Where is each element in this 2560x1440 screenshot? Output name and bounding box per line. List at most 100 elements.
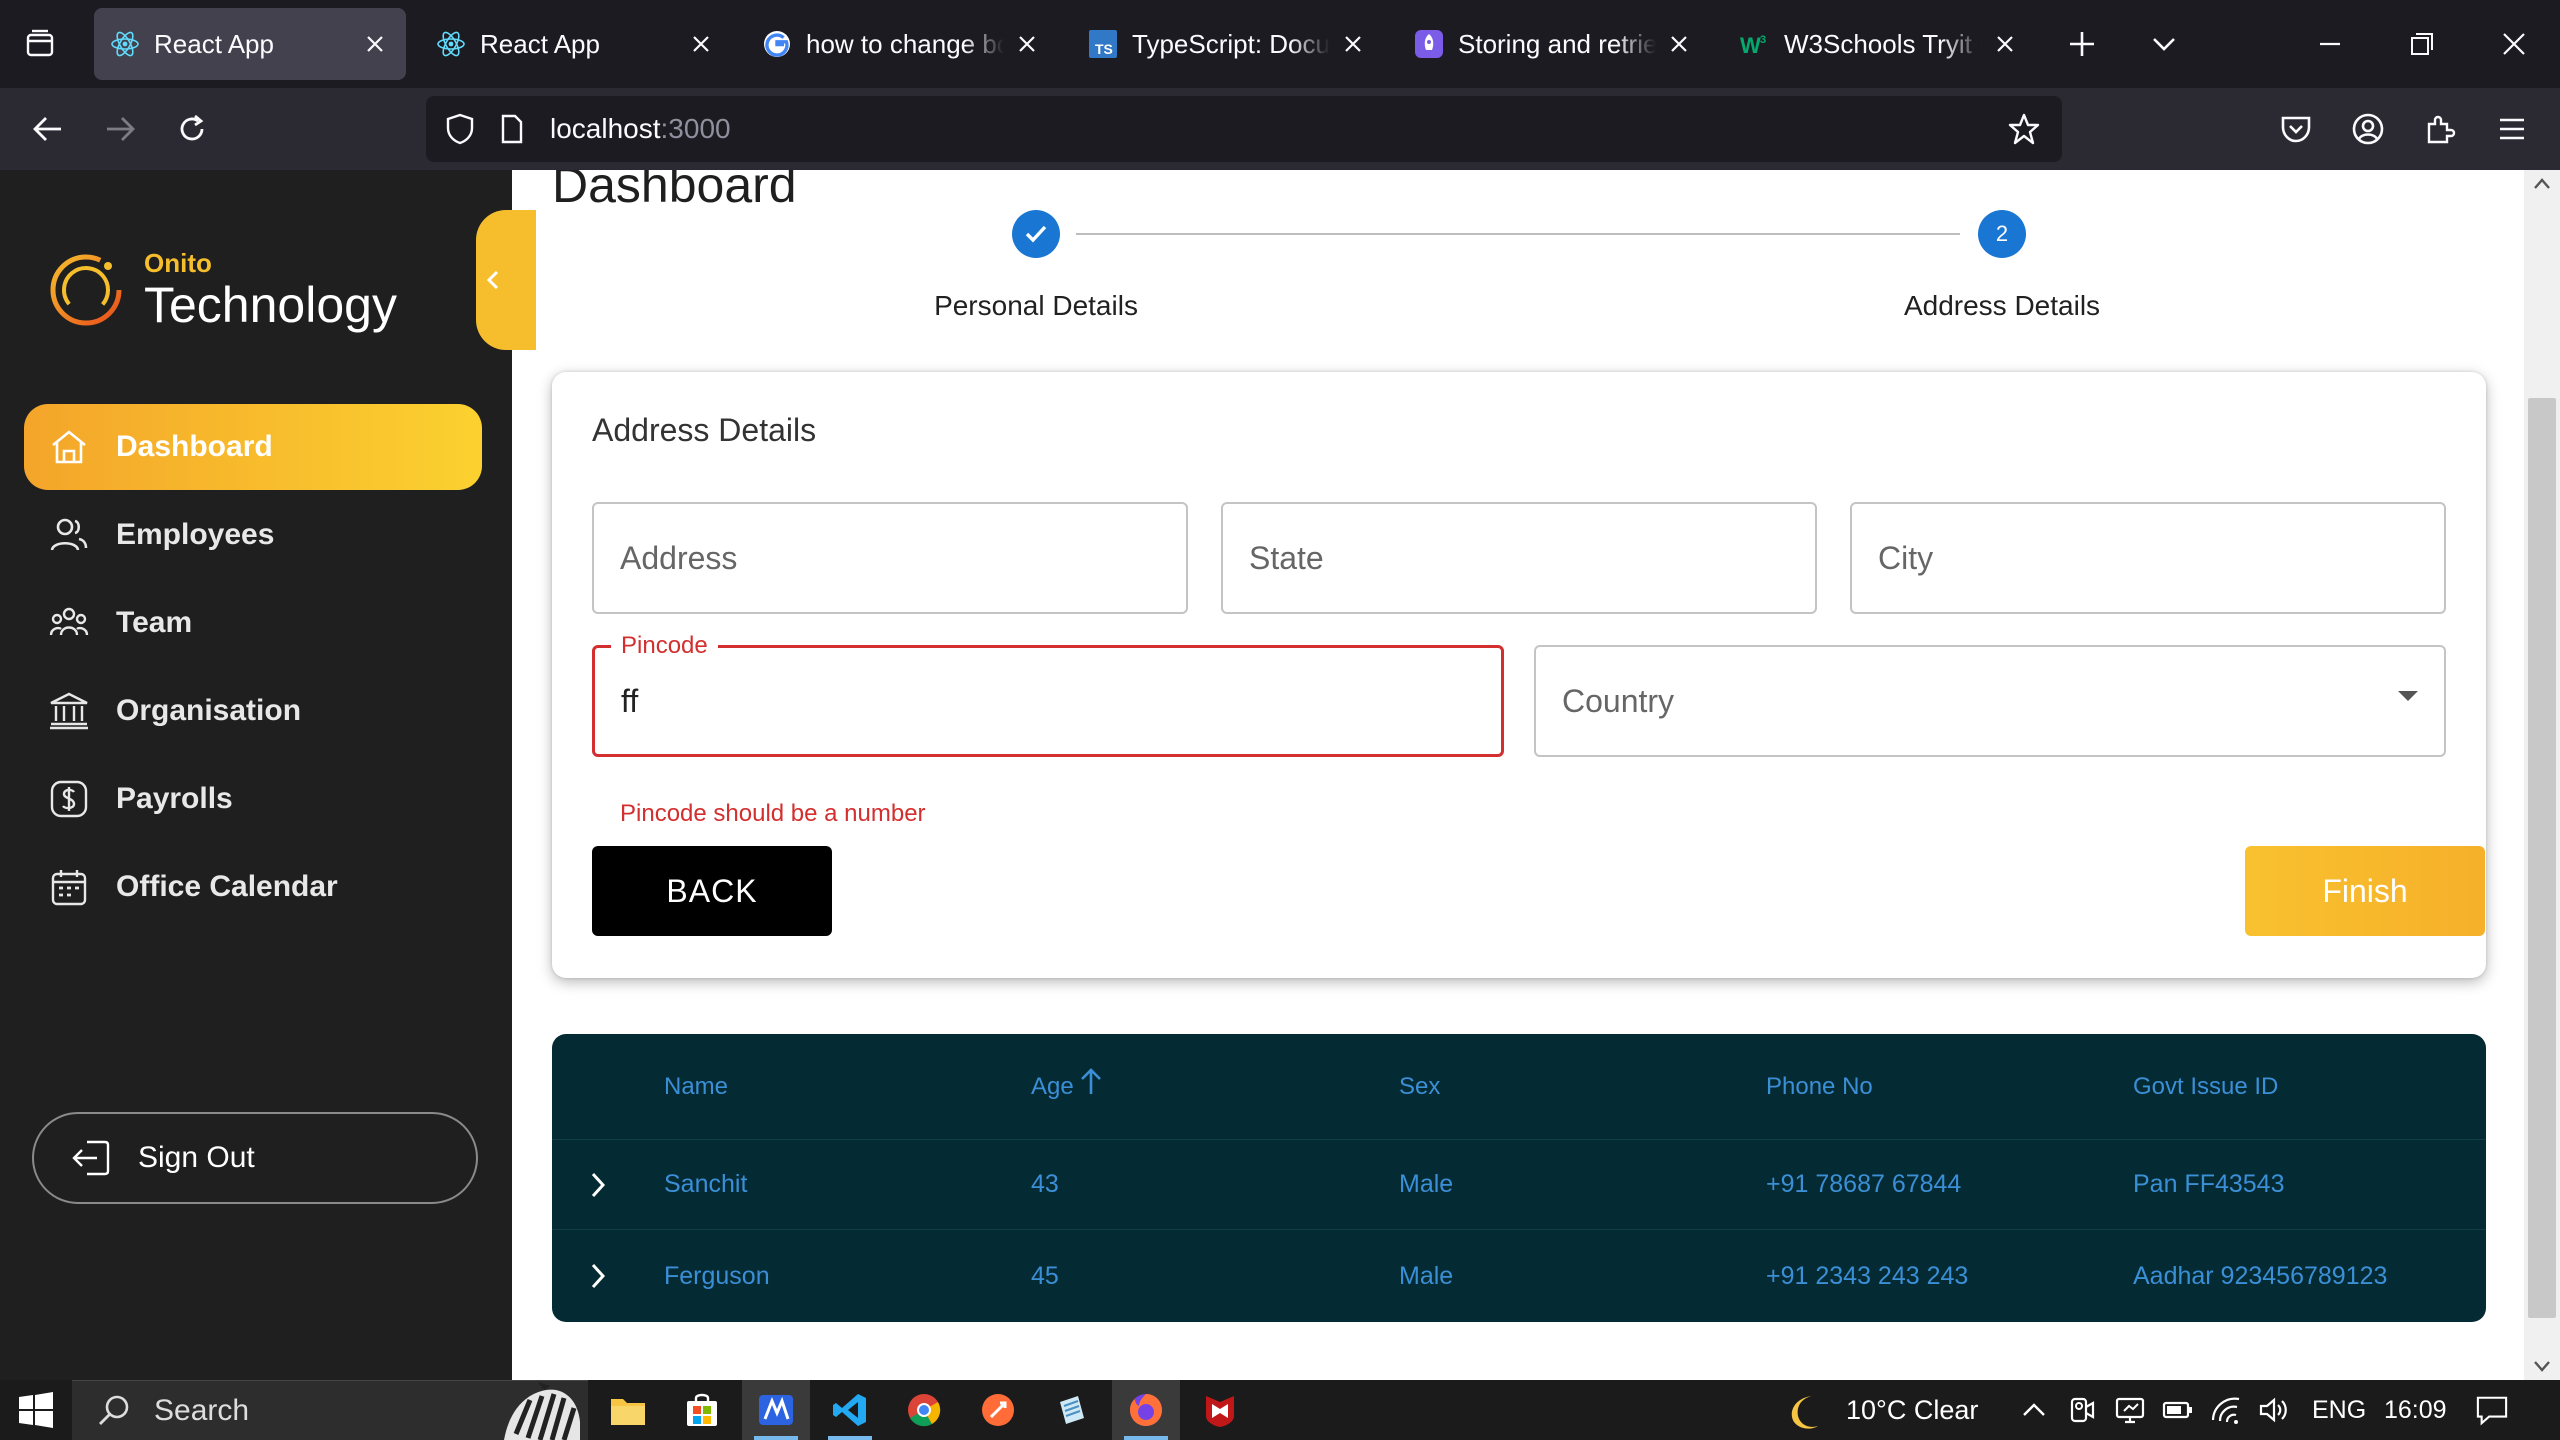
close-icon[interactable]: [360, 29, 390, 59]
close-icon[interactable]: [1990, 29, 2020, 59]
sidebar-item-payrolls[interactable]: Payrolls: [24, 756, 482, 842]
address-bar[interactable]: localhost:3000: [426, 96, 2062, 162]
display-icon[interactable]: [2114, 1394, 2146, 1426]
browser-tab-0[interactable]: React App: [94, 8, 406, 80]
new-tab-icon[interactable]: [2060, 22, 2104, 66]
address-field[interactable]: [592, 502, 1188, 614]
store-icon[interactable]: [668, 1380, 736, 1440]
extensions-icon[interactable]: [2418, 107, 2462, 151]
restore-icon[interactable]: [2400, 22, 2444, 66]
back-button[interactable]: BACK: [592, 846, 832, 936]
browser-tab-5[interactable]: W3 W3Schools Tryit Editor: [1724, 8, 2036, 80]
language-indicator[interactable]: ENG: [2312, 1380, 2366, 1440]
vscode-icon[interactable]: [816, 1380, 884, 1440]
menu-icon[interactable]: [2490, 107, 2534, 151]
state-input[interactable]: [1223, 504, 1815, 612]
minimize-icon[interactable]: [2308, 22, 2352, 66]
calendar-icon: [48, 866, 90, 908]
pincode-input[interactable]: [595, 648, 1501, 754]
pincode-field[interactable]: Pincode: [592, 632, 1504, 757]
chevron-down-icon[interactable]: [2142, 22, 2186, 66]
close-icon[interactable]: [686, 29, 716, 59]
tab-title: Storing and retrieving: [1458, 28, 1656, 59]
city-input[interactable]: [1852, 504, 2444, 612]
page-icon[interactable]: [496, 113, 528, 145]
browser-tab-strip: React App React App how to change border…: [0, 0, 2560, 88]
windows-start-icon[interactable]: [18, 1392, 54, 1428]
scroll-up-icon[interactable]: [2532, 174, 2552, 194]
address-form-card: Address Details Pincode Country Pincode …: [552, 372, 2486, 978]
battery-icon[interactable]: [2162, 1394, 2194, 1426]
finish-button[interactable]: Finish: [2245, 846, 2485, 936]
reload-icon[interactable]: [170, 107, 214, 151]
chevron-up-icon[interactable]: [2018, 1394, 2050, 1426]
chevron-right-icon[interactable]: [588, 1140, 608, 1229]
firefox-icon[interactable]: [1112, 1380, 1180, 1440]
postman-icon[interactable]: [964, 1380, 1032, 1440]
browser-tab-3[interactable]: TS TypeScript: Documentation: [1072, 8, 1384, 80]
tab-title: W3Schools Tryit Editor: [1784, 28, 1982, 59]
column-header-age[interactable]: Age: [1031, 1034, 1104, 1139]
sign-out-button[interactable]: Sign Out: [32, 1112, 478, 1204]
close-icon[interactable]: [1012, 29, 1042, 59]
column-header-sex[interactable]: Sex: [1399, 1034, 1440, 1139]
volume-icon[interactable]: [2258, 1394, 2290, 1426]
sidebar-item-office-calendar[interactable]: Office Calendar: [24, 844, 482, 930]
tab-list-icon[interactable]: [18, 22, 62, 66]
chevron-right-icon[interactable]: [588, 1231, 608, 1321]
camera-icon[interactable]: [2066, 1394, 2098, 1426]
employees-table: Name Age Sex Phone No Govt Issue ID Sanc…: [552, 1034, 2486, 1322]
chrome-icon[interactable]: [890, 1380, 958, 1440]
pocket-icon[interactable]: [2274, 107, 2318, 151]
mcafee-icon[interactable]: [1186, 1380, 1254, 1440]
state-field[interactable]: [1221, 502, 1817, 614]
wifi-icon[interactable]: [2210, 1394, 2242, 1426]
scroll-down-icon[interactable]: [2532, 1356, 2552, 1376]
forward-arrow-icon[interactable]: [98, 107, 142, 151]
cell-phone: +91 78687 67844: [1766, 1170, 1962, 1198]
back-arrow-icon[interactable]: [26, 107, 70, 151]
close-icon[interactable]: [1338, 29, 1368, 59]
weather-text[interactable]: 10°C Clear: [1846, 1380, 1978, 1440]
react-icon: [436, 29, 466, 59]
column-header-name[interactable]: Name: [664, 1034, 728, 1139]
react-icon: [110, 29, 140, 59]
sidebar-item-organisation[interactable]: Organisation: [24, 668, 482, 754]
bank-icon: [48, 690, 90, 732]
table-row[interactable]: Sanchit 43 Male +91 78687 67844 Pan FF43…: [552, 1140, 2486, 1230]
sidebar-item-label: Employees: [116, 518, 275, 551]
sidebar-item-dashboard[interactable]: Dashboard: [24, 404, 482, 490]
window-close-icon[interactable]: [2492, 22, 2536, 66]
cell-govt-id: Pan FF43543: [2133, 1170, 2285, 1198]
taskbar-search[interactable]: Search: [72, 1380, 588, 1440]
url-host: localhost: [550, 113, 661, 144]
page-scrollbar[interactable]: [2524, 170, 2560, 1380]
column-header-govt-id[interactable]: Govt Issue ID: [2133, 1034, 2278, 1139]
close-icon[interactable]: [1664, 29, 1694, 59]
table-row[interactable]: Ferguson 45 Male +91 2343 243 243 Aadhar…: [552, 1231, 2486, 1321]
country-select[interactable]: Country: [1534, 645, 2446, 757]
bookmark-star-icon[interactable]: [2006, 111, 2042, 147]
browser-tab-4[interactable]: Storing and retrieving: [1398, 8, 1710, 80]
notifications-icon[interactable]: [2476, 1394, 2508, 1426]
pincode-error-text: Pincode should be a number: [620, 800, 926, 827]
clock-time[interactable]: 16:09: [2384, 1380, 2447, 1440]
notepad-icon[interactable]: [1038, 1380, 1106, 1440]
cell-age: 43: [1031, 1170, 1059, 1198]
sidebar-item-team[interactable]: Team: [24, 580, 482, 666]
city-field[interactable]: [1850, 502, 2446, 614]
browser-tab-1[interactable]: React App: [420, 8, 732, 80]
svg-text:3: 3: [1760, 34, 1766, 46]
logo-big-text: Technology: [144, 277, 397, 333]
scrollbar-thumb[interactable]: [2528, 398, 2556, 1318]
sidebar-item-employees[interactable]: Employees: [24, 492, 482, 578]
sidebar-item-label: Office Calendar: [116, 870, 338, 903]
shield-icon[interactable]: [442, 111, 478, 147]
account-icon[interactable]: [2346, 107, 2390, 151]
address-input[interactable]: [594, 504, 1186, 612]
column-header-phone[interactable]: Phone No: [1766, 1034, 1873, 1139]
browser-tab-2[interactable]: how to change border: [746, 8, 1058, 80]
file-explorer-icon[interactable]: [594, 1380, 662, 1440]
cell-sex: Male: [1399, 1261, 1454, 1290]
app-icon-ms[interactable]: [742, 1380, 810, 1440]
